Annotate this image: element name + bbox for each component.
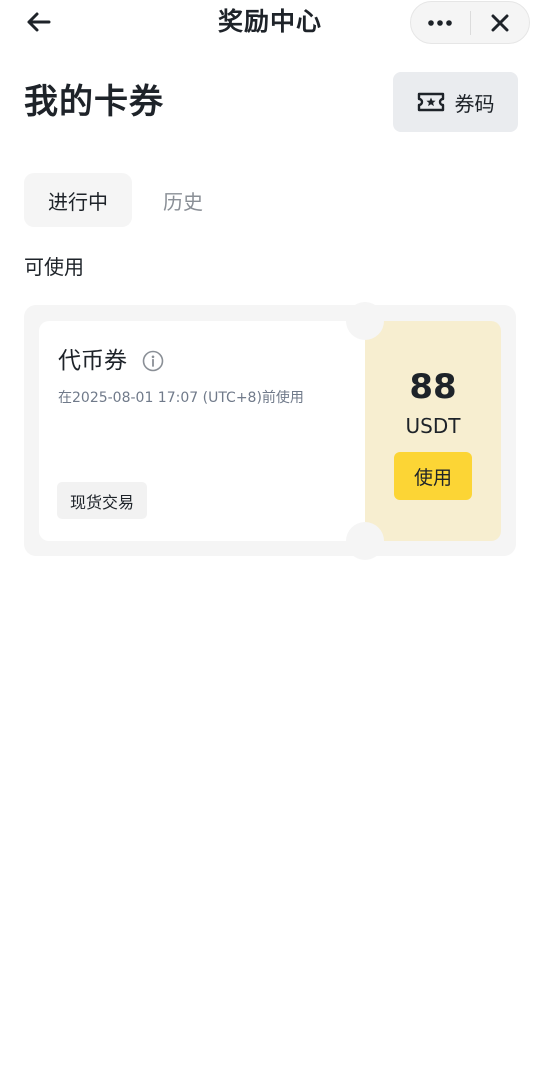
coupon-code-button[interactable]: 券码 [393,72,518,132]
section-label-available: 可使用 [24,255,84,279]
coupon-details: 代币券 在2025-08-01 17:07 (UTC+8)前使用 现货交易 [39,321,365,541]
coupon-amount: 88 [409,367,457,407]
page-title: 我的卡券 [24,82,164,122]
ticket-star-icon [417,92,444,112]
use-coupon-button[interactable]: 使用 [394,452,472,500]
mini-program-capsule [410,1,530,44]
coupon-name: 代币券 [58,348,127,374]
ticket-notch-bottom [346,522,384,560]
info-icon[interactable] [142,350,164,372]
coupon-currency: USDT [405,414,461,438]
close-icon [491,14,509,31]
ticket-notch-top [346,302,384,340]
coupon-value-panel: 88 USDT 使用 [365,321,501,541]
coupon-expiry: 在2025-08-01 17:07 (UTC+8)前使用 [58,390,304,406]
top-bar: 奖励中心 [0,0,540,46]
close-button[interactable] [470,2,529,43]
rewards-center-page: 奖励中心 我的卡券 券码 进行中 历史 可使用 代币券 在2025-08-01 … [0,0,540,1092]
tab-in-progress[interactable]: 进行中 [24,173,132,227]
coupon-card: 代币券 在2025-08-01 17:07 (UTC+8)前使用 现货交易 88… [24,302,516,560]
tab-history[interactable]: 历史 [146,173,220,227]
more-dots-icon [428,19,453,26]
more-button[interactable] [411,2,470,43]
coupon-code-label: 券码 [454,91,495,116]
coupon-tag-spot-trading: 现货交易 [57,482,148,519]
